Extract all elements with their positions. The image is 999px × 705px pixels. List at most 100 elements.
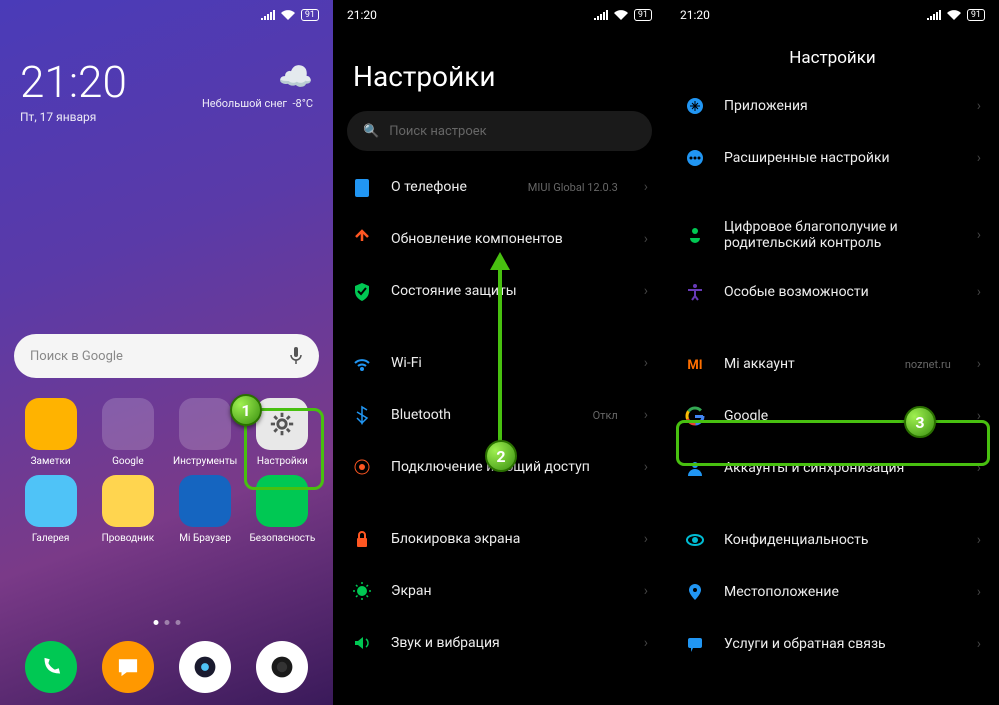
step-badge-1: 1 <box>230 394 262 426</box>
phone-icon <box>351 176 373 198</box>
wifi-icon <box>281 10 295 20</box>
chevron-right-icon: › <box>977 636 981 652</box>
item-label: Блокировка экрана <box>391 531 626 547</box>
dock-messages[interactable] <box>102 641 154 693</box>
chevron-right-icon: › <box>644 283 648 299</box>
app-icon <box>25 475 77 527</box>
bluetooth-icon <box>351 404 373 426</box>
signal-icon <box>261 10 275 20</box>
item-label: Особые возможности <box>724 284 959 300</box>
dock <box>0 641 333 693</box>
settings-item-more[interactable]: Расширенные настройки › <box>666 132 999 184</box>
status-bar: 21:20 91 <box>333 0 666 30</box>
wifi-icon <box>351 352 373 374</box>
app-icon <box>102 475 154 527</box>
app-label: Безопасность <box>249 533 315 544</box>
item-label: Обновление компонентов <box>391 231 626 247</box>
chevron-right-icon: › <box>977 227 981 243</box>
dock-browser[interactable] <box>179 641 231 693</box>
chevron-right-icon: › <box>977 356 981 372</box>
settings-item-apps[interactable]: Приложения › <box>666 80 999 132</box>
settings-item-lock[interactable]: Блокировка экрана › <box>333 513 666 565</box>
chevron-right-icon: › <box>977 98 981 114</box>
chevron-right-icon: › <box>644 355 648 371</box>
wellbeing-icon <box>684 224 706 246</box>
item-label: О телефоне <box>391 179 510 195</box>
step-badge-3: 3 <box>904 406 936 438</box>
item-label: Услуги и обратная связь <box>724 636 959 652</box>
item-label: Цифровое благополучие и родительский кон… <box>724 219 959 251</box>
chevron-right-icon: › <box>977 284 981 300</box>
date-text: Пт, 17 января <box>20 110 127 124</box>
settings-screen-2: 21:20 91 Настройки Приложения › Расширен… <box>666 0 999 705</box>
app-label: Mi Браузер <box>179 533 231 544</box>
item-label: Bluetooth <box>391 407 575 423</box>
display-icon <box>351 580 373 602</box>
update-icon <box>351 228 373 250</box>
settings-item-accessibility[interactable]: Особые возможности › <box>666 266 999 318</box>
app-Заметки[interactable]: Заметки <box>12 398 89 467</box>
accessibility-icon <box>684 281 706 303</box>
chevron-right-icon: › <box>644 531 648 547</box>
item-label: Звук и вибрация <box>391 635 626 651</box>
item-label: Экран <box>391 583 626 599</box>
apps-icon <box>684 95 706 117</box>
chevron-right-icon: › <box>644 407 648 423</box>
weather-widget[interactable]: ☁️ Небольшой снег -8°C <box>202 60 313 124</box>
dock-camera[interactable] <box>256 641 308 693</box>
settings-item-mi[interactable]: MI Mi аккаунт noznet.ru › <box>666 338 999 390</box>
app-label: Google <box>112 456 144 467</box>
item-label: Местоположение <box>724 584 959 600</box>
settings-item-wellbeing[interactable]: Цифровое благополучие и родительский кон… <box>666 204 999 266</box>
item-label: Приложения <box>724 98 959 114</box>
chevron-right-icon: › <box>644 583 648 599</box>
app-Mi Браузер[interactable]: Mi Браузер <box>167 475 244 544</box>
tether-icon <box>351 456 373 478</box>
highlight-google <box>676 420 990 466</box>
settings-search[interactable]: 🔍 Поиск настроек <box>347 111 652 151</box>
battery-icon: 91 <box>301 9 319 21</box>
privacy-icon <box>684 529 706 551</box>
settings-item-phone[interactable]: О телефоне MIUI Global 12.0.3 › <box>333 161 666 213</box>
more-icon <box>684 147 706 169</box>
item-label: Конфиденциальность <box>724 532 959 548</box>
settings-list: Приложения › Расширенные настройки › Циф… <box>666 80 999 670</box>
page-title: Настройки <box>666 30 999 80</box>
settings-item-location[interactable]: Местоположение › <box>666 566 999 618</box>
item-label: Wi-Fi <box>391 355 600 371</box>
mic-icon[interactable] <box>289 347 303 365</box>
settings-item-sound[interactable]: Звук и вибрация › <box>333 617 666 669</box>
settings-item-display[interactable]: Экран › <box>333 565 666 617</box>
app-label: Галерея <box>32 533 69 544</box>
item-sub: MIUI Global 12.0.3 <box>528 181 618 194</box>
search-icon: 🔍 <box>363 124 379 139</box>
chevron-right-icon: › <box>977 150 981 166</box>
cloud-icon: ☁️ <box>202 60 313 93</box>
location-icon <box>684 581 706 603</box>
page-title: Настройки <box>333 30 666 111</box>
settings-item-privacy[interactable]: Конфиденциальность › <box>666 514 999 566</box>
home-screen: 91 21:20 Пт, 17 января ☁️ Небольшой снег… <box>0 0 333 705</box>
app-icon <box>179 475 231 527</box>
clock-widget[interactable]: 21:20 <box>20 60 127 104</box>
item-label: Расширенные настройки <box>724 150 959 166</box>
item-label: Mi аккаунт <box>724 356 887 372</box>
page-indicator <box>153 620 180 625</box>
settings-item-feedback[interactable]: Услуги и обратная связь › <box>666 618 999 670</box>
settings-screen-1: 21:20 91 Настройки 🔍 Поиск настроек О те… <box>333 0 666 705</box>
folder-icon <box>179 398 231 450</box>
app-Галерея[interactable]: Галерея <box>12 475 89 544</box>
google-search-bar[interactable]: Поиск в Google <box>14 334 319 378</box>
svg-text:MI: MI <box>687 358 702 373</box>
feedback-icon <box>684 633 706 655</box>
dock-phone[interactable] <box>25 641 77 693</box>
chevron-right-icon: › <box>977 532 981 548</box>
lock-icon <box>351 528 373 550</box>
app-label: Заметки <box>31 456 71 467</box>
app-Google[interactable]: Google <box>89 398 166 467</box>
folder-icon <box>102 398 154 450</box>
step-badge-2: 2 <box>485 440 517 472</box>
chevron-right-icon: › <box>977 584 981 600</box>
app-Проводник[interactable]: Проводник <box>89 475 166 544</box>
app-icon <box>25 398 77 450</box>
